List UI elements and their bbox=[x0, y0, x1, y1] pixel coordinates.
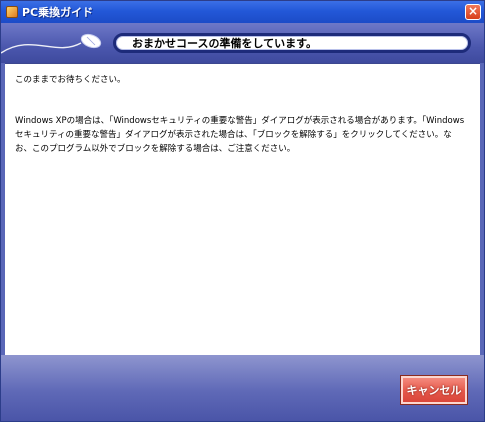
wait-message: このままでお待ちください。 bbox=[15, 75, 126, 85]
header-title-pill: おまかせコースの準備をしています。 bbox=[113, 33, 471, 53]
footer-band: キャンセル bbox=[1, 355, 484, 421]
cancel-button[interactable]: キャンセル bbox=[400, 375, 468, 405]
header-band: おまかせコースの準備をしています。 bbox=[1, 23, 484, 63]
dialog-window: PC乗換ガイド × おまかせコースの準備をしています。 このままでお待ちください… bbox=[0, 0, 485, 422]
security-warning-message: Windows XPの場合は、「Windowsセキュリティの重要な警告」ダイアロ… bbox=[15, 116, 465, 154]
app-icon bbox=[6, 6, 18, 18]
close-button[interactable]: × bbox=[465, 4, 481, 20]
content-area: このままでお待ちください。 Windows XPの場合は、「Windowsセキュ… bbox=[5, 63, 480, 355]
window-title: PC乗換ガイド bbox=[22, 6, 94, 19]
title-bar[interactable]: PC乗換ガイド × bbox=[1, 1, 484, 23]
header-title: おまかせコースの準備をしています。 bbox=[132, 37, 318, 50]
